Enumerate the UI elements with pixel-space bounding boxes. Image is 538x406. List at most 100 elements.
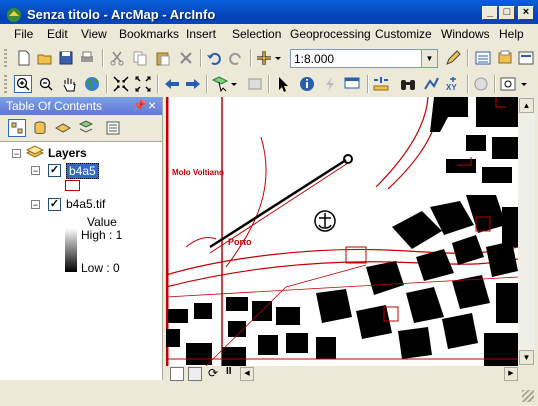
list-by-drawing-order-icon[interactable]: [8, 119, 26, 137]
layer1-name[interactable]: b4a5: [66, 163, 99, 179]
table-of-contents-icon[interactable]: [474, 49, 492, 67]
toc-title: Table Of Contents: [6, 99, 103, 113]
toolbar-separator: [367, 75, 369, 93]
minimize-button[interactable]: _: [482, 6, 498, 20]
scroll-left-button[interactable]: ◀: [240, 367, 254, 381]
map-vertical-scrollbar[interactable]: ▲ ▼: [518, 97, 535, 366]
options-icon[interactable]: [104, 119, 122, 137]
select-elements-arrow-icon[interactable]: [274, 75, 292, 93]
open-folder-icon[interactable]: [36, 49, 54, 67]
toolbar-separator: [106, 75, 108, 93]
scroll-down-button[interactable]: ▼: [519, 350, 534, 365]
scroll-right-button[interactable]: ▶: [504, 367, 518, 381]
identify-icon[interactable]: [298, 75, 316, 93]
time-slider-icon[interactable]: [472, 75, 490, 93]
paste-icon[interactable]: [154, 49, 172, 67]
arcmap-icon: [6, 7, 22, 23]
layer1-collapse-toggle[interactable]: −: [31, 166, 40, 176]
back-arrow-icon[interactable]: [163, 75, 181, 93]
search-window-icon[interactable]: [517, 49, 535, 67]
map-scale-value: 1:8.000: [294, 52, 335, 66]
copy-icon[interactable]: [131, 49, 149, 67]
map-canvas[interactable]: Molo Voltiano Porto: [166, 97, 518, 366]
menu-file[interactable]: File: [14, 27, 33, 41]
map-display[interactable]: Molo Voltiano Porto: [166, 97, 518, 366]
editor-toolbar-icon[interactable]: [444, 49, 462, 67]
menu-selection[interactable]: Selection: [232, 27, 281, 41]
map-scale-combo[interactable]: 1:8.000 ▼: [290, 49, 438, 68]
menu-bookmarks[interactable]: Bookmarks: [119, 27, 179, 41]
menu-customize[interactable]: Customize: [375, 27, 432, 41]
chevron-down-icon[interactable]: ▼: [421, 50, 437, 67]
catalog-icon[interactable]: [496, 49, 514, 67]
create-viewer-window-icon[interactable]: [499, 75, 517, 93]
print-icon[interactable]: [78, 49, 96, 67]
toolbar-separator: [200, 49, 202, 67]
pin-icon[interactable]: 📌: [133, 99, 147, 112]
save-icon[interactable]: [57, 49, 75, 67]
map-horizontal-scrollbar[interactable]: ⟳ II ◀ ▶: [166, 366, 518, 381]
go-to-xy-icon[interactable]: XY: [444, 75, 462, 93]
clear-selection-icon[interactable]: [246, 75, 264, 93]
layer1-symbol-swatch[interactable]: [65, 180, 80, 191]
html-popup-icon[interactable]: [343, 75, 361, 93]
new-document-icon[interactable]: [15, 49, 33, 67]
legend-high-label: High : 1: [81, 228, 123, 242]
list-by-visibility-icon[interactable]: [54, 119, 72, 137]
undo-icon[interactable]: [205, 49, 223, 67]
measure-icon[interactable]: [372, 75, 390, 93]
layer2-visibility-checkbox[interactable]: ✓: [48, 198, 61, 211]
menu-bar: File Edit View Bookmarks Insert Selectio…: [0, 24, 538, 44]
legend-gradient-ramp[interactable]: [65, 228, 77, 272]
resize-grip-icon[interactable]: [522, 390, 534, 402]
delete-icon[interactable]: [177, 49, 195, 67]
cut-icon[interactable]: [108, 49, 126, 67]
add-data-icon[interactable]: [255, 49, 273, 67]
find-binoculars-icon[interactable]: [399, 75, 417, 93]
menu-insert[interactable]: Insert: [186, 27, 216, 41]
menu-windows[interactable]: Windows: [441, 27, 490, 41]
layer2-name[interactable]: b4a5.tif: [66, 197, 105, 211]
layers-group-label[interactable]: Layers: [48, 146, 87, 160]
pan-hand-icon[interactable]: [60, 75, 78, 93]
toolbar-separator: [157, 75, 159, 93]
scroll-up-button[interactable]: ▲: [519, 98, 534, 113]
layout-view-icon[interactable]: [188, 367, 202, 381]
layers-collapse-toggle[interactable]: −: [12, 149, 21, 159]
menu-help[interactable]: Help: [499, 27, 524, 41]
table-of-contents-panel: Table Of Contents 📌 × − Layers − ✓ b4a5 …: [0, 97, 163, 380]
forward-arrow-icon[interactable]: [184, 75, 202, 93]
close-icon[interactable]: ×: [148, 97, 156, 113]
fixed-zoom-in-icon[interactable]: [112, 75, 130, 93]
find-route-icon[interactable]: [422, 75, 440, 93]
list-by-source-icon[interactable]: [31, 119, 49, 137]
menu-geoprocessing[interactable]: Geoprocessing: [290, 27, 371, 41]
redo-icon[interactable]: [227, 49, 245, 67]
close-button[interactable]: ×: [518, 6, 534, 20]
status-bar: [0, 382, 538, 406]
data-view-icon[interactable]: [170, 367, 184, 381]
fixed-zoom-out-icon[interactable]: [134, 75, 152, 93]
window-title: Senza titolo - ArcMap - ArcInfo: [27, 7, 216, 22]
refresh-icon[interactable]: ⟳: [208, 366, 218, 380]
layer1-visibility-checkbox[interactable]: ✓: [48, 164, 61, 177]
menu-edit[interactable]: Edit: [47, 27, 68, 41]
chevron-down-icon[interactable]: [229, 75, 239, 93]
list-by-selection-icon[interactable]: [77, 119, 95, 137]
layer2-collapse-toggle[interactable]: −: [31, 200, 40, 210]
map-label-porto: Porto: [228, 237, 252, 247]
select-features-icon[interactable]: [211, 75, 229, 93]
svg-text:XY: XY: [446, 83, 457, 92]
zoom-out-icon[interactable]: [37, 75, 55, 93]
hyperlink-lightning-icon[interactable]: [321, 75, 339, 93]
chevron-down-icon[interactable]: [273, 49, 283, 67]
zoom-in-icon[interactable]: [14, 75, 32, 93]
full-extent-globe-icon[interactable]: [83, 75, 101, 93]
menu-view[interactable]: View: [81, 27, 107, 41]
maximize-button[interactable]: □: [499, 6, 515, 20]
toolbar-separator: [102, 49, 104, 67]
toolbar-separator: [494, 75, 496, 93]
pause-drawing-icon[interactable]: II: [226, 366, 232, 377]
chevron-down-icon[interactable]: [519, 75, 529, 93]
toc-title-bar: Table Of Contents 📌 ×: [0, 97, 162, 115]
